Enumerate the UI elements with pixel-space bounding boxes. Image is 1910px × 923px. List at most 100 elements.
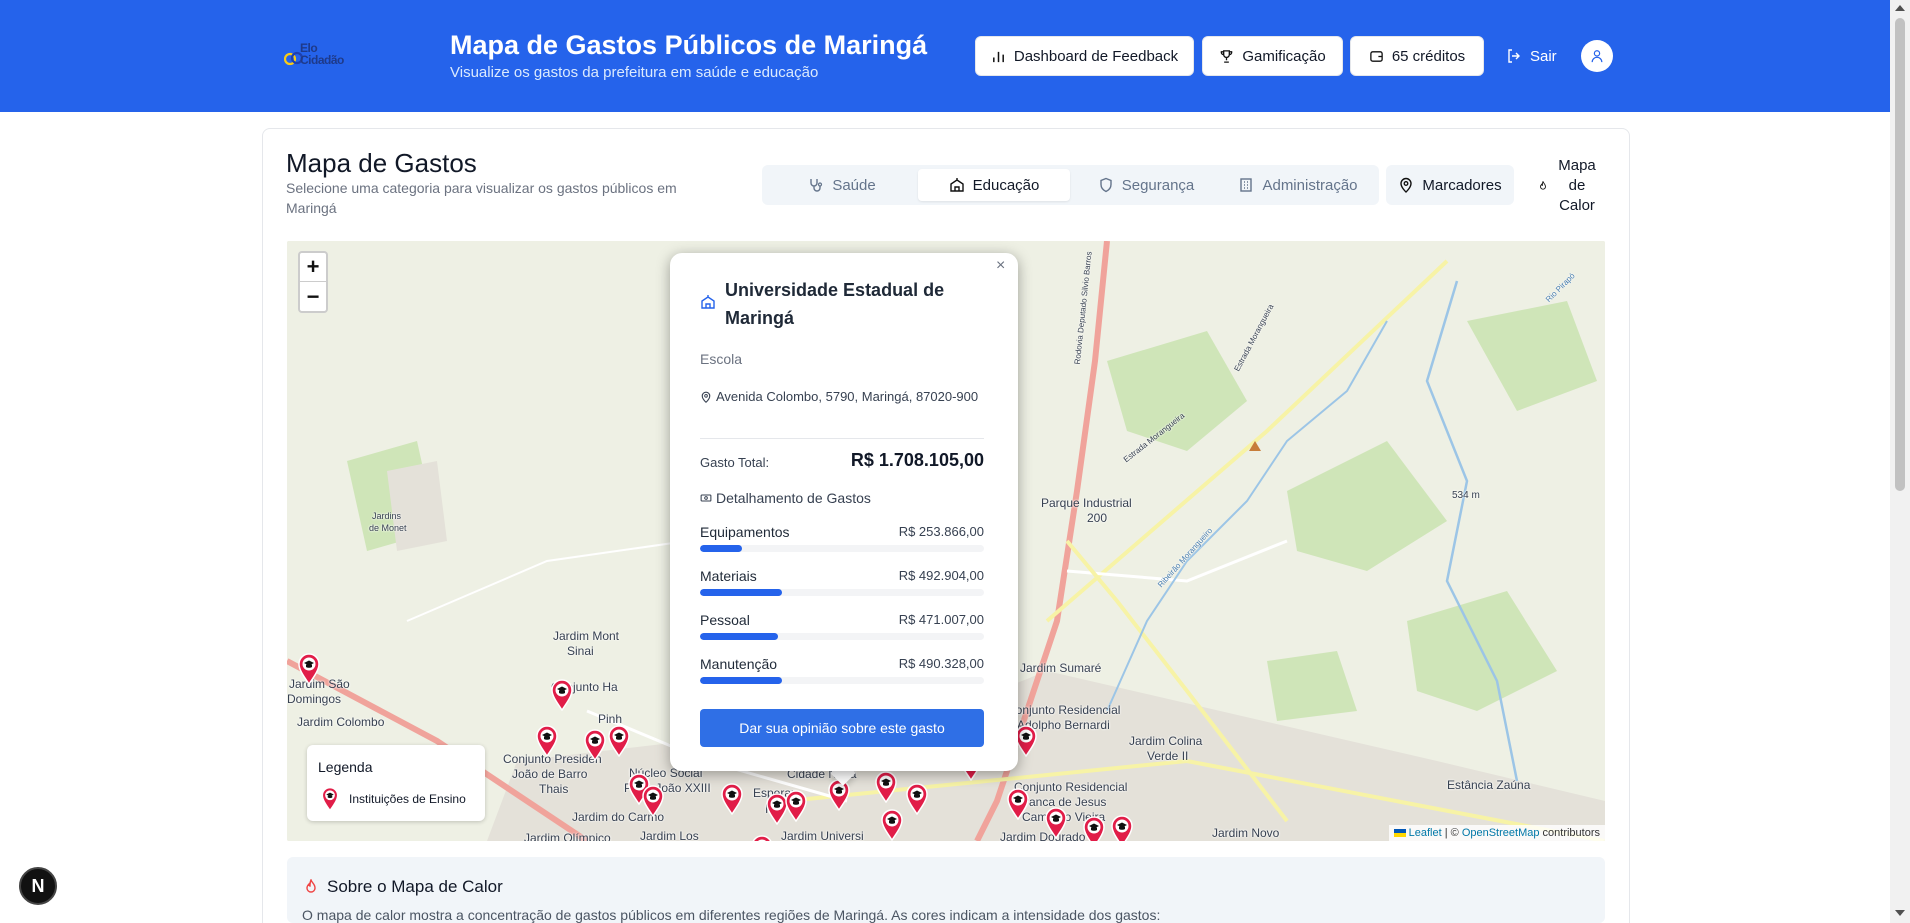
zoom-in-button[interactable]: +	[300, 253, 326, 282]
school-marker-icon[interactable]	[583, 729, 607, 761]
page-scrollbar[interactable]	[1890, 0, 1910, 923]
map-label: Jardim Mont	[553, 629, 620, 643]
map-legend: Legenda Instituições de Ensino	[307, 745, 485, 821]
school-marker-icon[interactable]	[1110, 815, 1134, 841]
scroll-thumb[interactable]	[1895, 18, 1905, 491]
school-marker-icon[interactable]	[784, 790, 808, 822]
dashboard-feedback-button[interactable]: Dashboard de Feedback	[975, 36, 1194, 76]
school-marker-icon[interactable]	[535, 725, 559, 757]
expense-value: R$ 490.328,00	[898, 656, 984, 671]
legend-item: Instituições de Ensino	[321, 787, 466, 811]
map-label: Parque Industrial	[1041, 496, 1132, 510]
map-label: 200	[1087, 511, 1108, 525]
gamification-button[interactable]: Gamificação	[1202, 36, 1343, 76]
expense-value: R$ 492.904,00	[898, 568, 984, 583]
school-marker-icon[interactable]	[720, 783, 744, 815]
zoom-out-button[interactable]: −	[300, 282, 326, 311]
school-marker-icon[interactable]	[905, 783, 929, 815]
expense-bar	[700, 545, 984, 552]
map-label: Domingos	[287, 692, 342, 706]
logout-button[interactable]: Sair	[1506, 36, 1557, 76]
attribution-separator: | ©	[1441, 827, 1462, 839]
expense-bar-fill	[700, 545, 743, 552]
user-icon	[1591, 50, 1603, 63]
popup-institution-type: Escola	[700, 351, 743, 367]
map-label: Jardim Olímpico	[524, 831, 611, 841]
expense-bar-fill	[700, 589, 783, 596]
expense-name: Pessoal	[700, 612, 750, 628]
app-header: Elo Cidadão Mapa de Gastos Públicos de M…	[0, 0, 1890, 112]
school-marker-icon[interactable]	[607, 725, 631, 757]
markers-view-label: Marcadores	[1422, 176, 1502, 194]
heatmap-view-button[interactable]: Mapa de Calor	[1526, 155, 1610, 217]
ukraine-flag-icon	[1393, 829, 1406, 838]
map-label: Pinh	[598, 712, 623, 726]
page-description: Selecione uma categoria para visualizar …	[286, 180, 677, 216]
popup-address-text: Avenida Colombo, 5790, Maringá, 87020-90…	[716, 389, 979, 404]
next-dev-badge[interactable]: N	[19, 867, 57, 905]
school-marker-icon[interactable]	[641, 785, 665, 817]
markers-view-button[interactable]: Marcadores	[1386, 165, 1514, 205]
map-label: João de Barro	[512, 767, 588, 781]
school-marker-icon[interactable]	[297, 653, 321, 685]
map-attribution: Leaflet | © OpenStreetMap contributors	[1388, 825, 1605, 841]
page-title: Mapa de Gastos	[286, 148, 477, 178]
school-marker-icon[interactable]	[874, 771, 898, 803]
tab-seguranca-label: Segurança	[1121, 176, 1195, 194]
tab-administracao[interactable]: Administração	[1222, 169, 1374, 201]
popup-close-button[interactable]: ×	[996, 257, 1005, 275]
credits-label: 65 créditos	[1391, 47, 1466, 65]
heatmap-label-line2: de	[1568, 177, 1586, 194]
popup-detail-label: Detalhamento de Gastos	[716, 490, 871, 506]
flame-icon	[306, 879, 316, 893]
tab-saude[interactable]: Saúde	[766, 169, 918, 201]
school-marker-icon[interactable]	[1006, 788, 1030, 820]
heatmap-label-line1: Mapa	[1558, 157, 1596, 174]
about-heatmap-title-text: Sobre o Mapa de Calor	[327, 877, 503, 896]
school-marker-icon[interactable]	[550, 679, 574, 711]
map-label: de Monet	[369, 523, 407, 533]
leaflet-link[interactable]: Leaflet	[1409, 827, 1442, 839]
credits-button[interactable]: 65 créditos	[1350, 36, 1484, 76]
money-icon	[700, 494, 712, 502]
school-marker-icon[interactable]	[1082, 816, 1106, 841]
logo[interactable]: Elo Cidadão	[284, 40, 354, 70]
map-label: Jardim Novo	[1212, 826, 1280, 840]
about-heatmap-title: Sobre o Mapa de Calor	[303, 877, 503, 897]
map-label: Jardim Colina	[1129, 734, 1203, 748]
expense-value: R$ 253.866,00	[898, 524, 984, 539]
scroll-up-arrow[interactable]	[1895, 5, 1905, 11]
dashboard-feedback-label: Dashboard de Feedback	[1013, 47, 1179, 65]
map-label: Thais	[539, 782, 569, 796]
school-marker-icon[interactable]	[1044, 807, 1068, 839]
map-label: Estância Zaúna	[1447, 778, 1531, 792]
school-marker-icon[interactable]	[750, 835, 774, 841]
logout-icon	[1508, 49, 1520, 63]
app-title: Mapa de Gastos Públicos de Maringá	[450, 30, 928, 60]
expense-row: Materiais R$ 492.904,00	[700, 568, 984, 598]
school-marker-icon[interactable]	[880, 809, 904, 841]
school-marker-icon[interactable]	[827, 779, 851, 811]
expense-row: Pessoal R$ 471.007,00	[700, 612, 984, 642]
category-tabs: Saúde Educação Segurança Administração	[762, 165, 1379, 205]
expense-bar	[700, 589, 984, 596]
map-label: Jardim Colombo	[297, 715, 385, 729]
gamification-label: Gamificação	[1242, 47, 1326, 65]
map-label: Sinai	[567, 644, 594, 658]
expense-name: Equipamentos	[700, 524, 790, 540]
avatar[interactable]	[1581, 40, 1613, 72]
tab-educacao[interactable]: Educação	[918, 169, 1070, 201]
tab-administracao-label: Administração	[1262, 176, 1358, 194]
tab-seguranca[interactable]: Segurança	[1070, 169, 1222, 201]
popup-total-label: Gasto Total:	[700, 455, 770, 470]
map-label: 534 m	[1452, 490, 1480, 501]
give-opinion-button[interactable]: Dar sua opinião sobre este gasto	[700, 709, 984, 747]
expense-name: Manutenção	[700, 656, 778, 672]
osm-link[interactable]: OpenStreetMap	[1462, 827, 1540, 839]
map-label: Conjunto Residencial	[1007, 703, 1121, 717]
logo-text: Elo Cidadão	[300, 41, 344, 67]
map-label: Verde II	[1147, 749, 1189, 763]
wallet-icon	[1370, 50, 1383, 62]
expense-value: R$ 471.007,00	[898, 612, 984, 627]
scroll-down-arrow[interactable]	[1895, 910, 1905, 916]
